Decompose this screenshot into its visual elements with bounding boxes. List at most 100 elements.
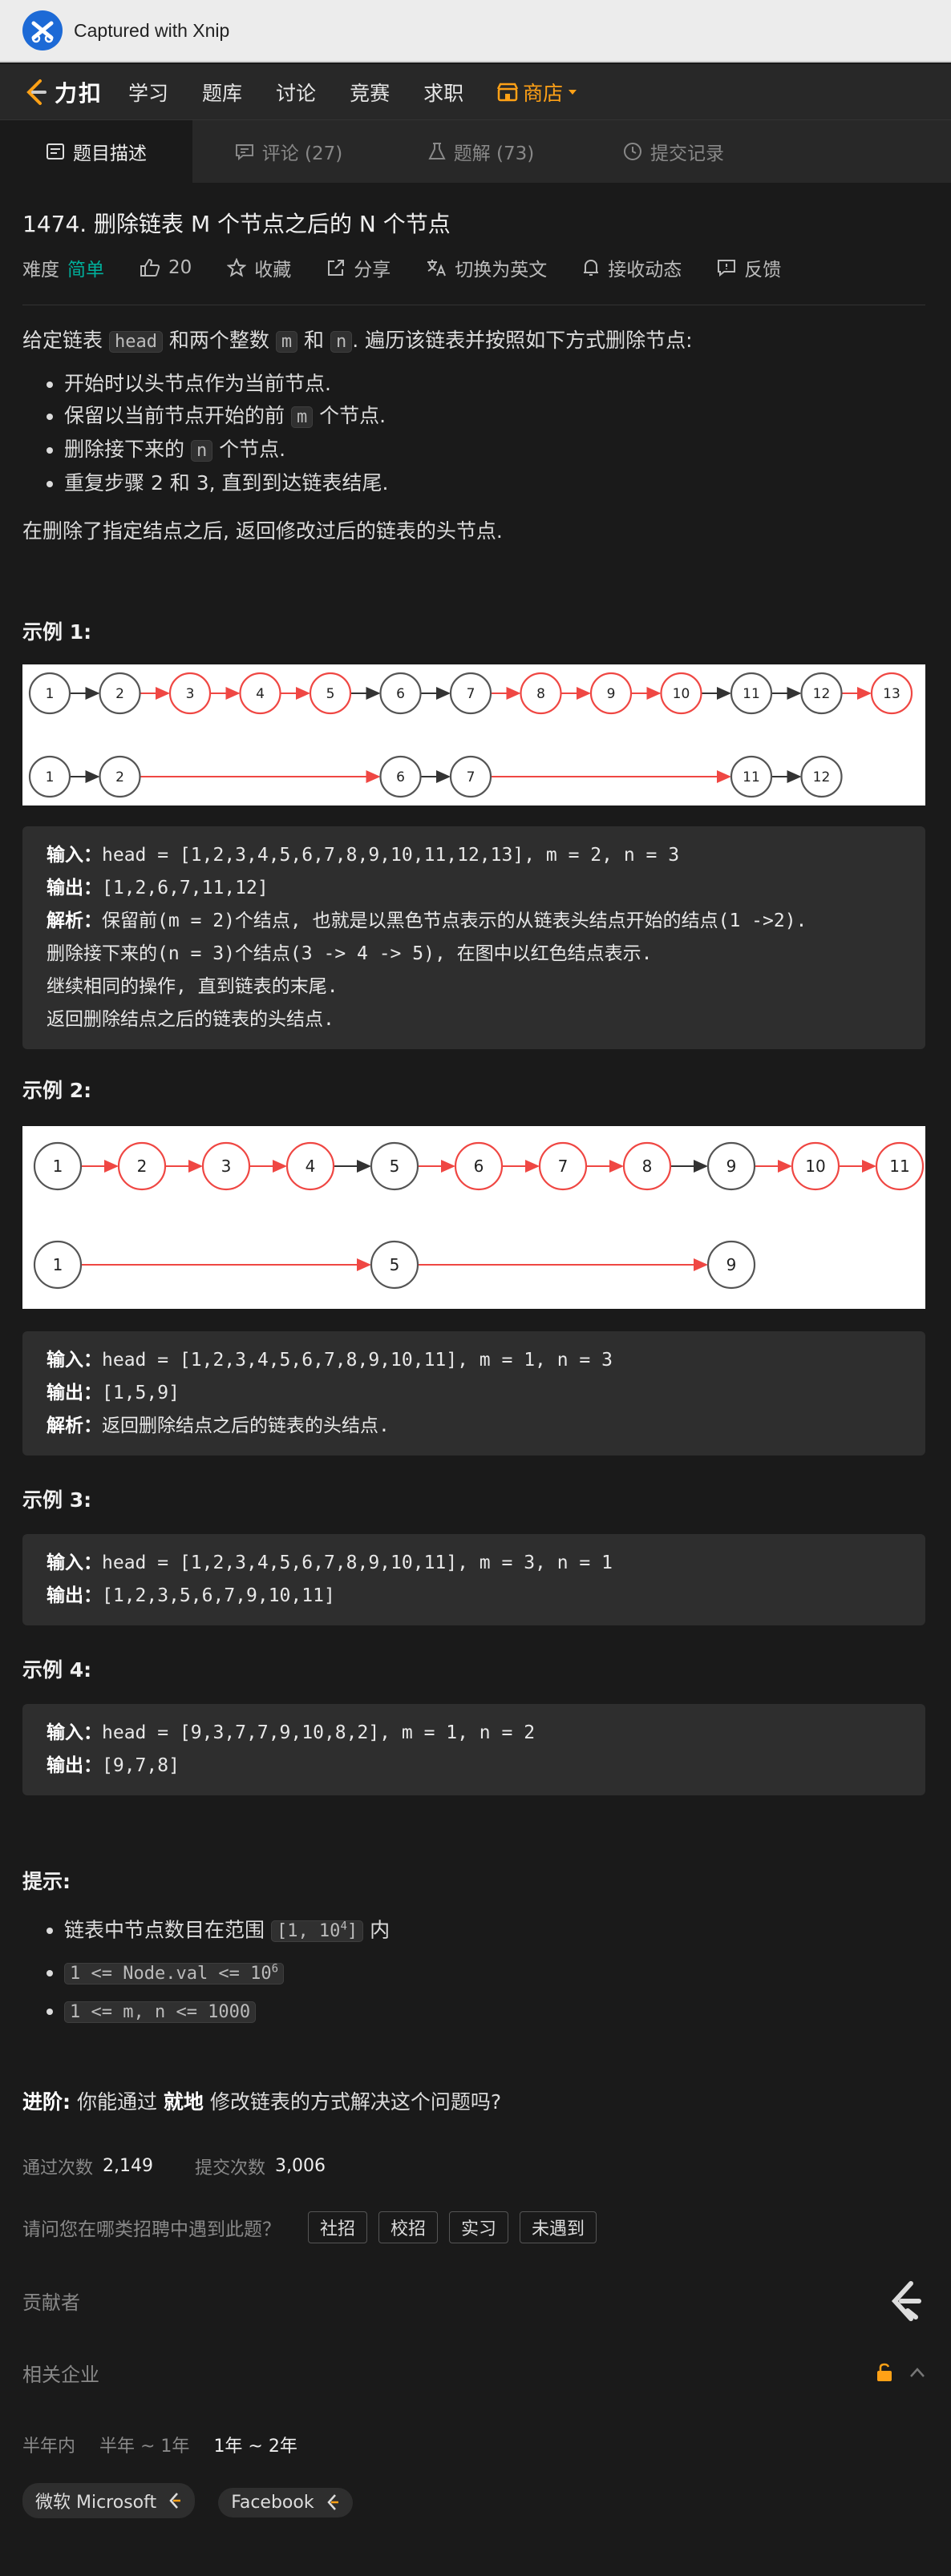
- node-label: 2: [115, 769, 124, 785]
- translate-icon: [427, 260, 447, 277]
- node-label: 8: [536, 686, 545, 702]
- nav-item-jobs[interactable]: 求职: [423, 78, 463, 107]
- node-label: 2: [137, 1157, 148, 1176]
- hint-code: 1 <= Node.val <= 106: [64, 1962, 285, 1984]
- node-label: 7: [467, 769, 476, 785]
- collect-label: 收藏: [254, 260, 292, 281]
- input-label: 输入：: [47, 1722, 102, 1743]
- hint-text: 链表中节点数目在范围: [64, 1918, 271, 1942]
- chevron-up-icon[interactable]: [909, 2367, 925, 2378]
- output-label: 输出：: [47, 1585, 102, 1606]
- intro-text-c: . 遍历该链表并按照如下方式删除节点:: [352, 329, 693, 352]
- range-one-year[interactable]: 半年 ~ 1年: [99, 2432, 189, 2457]
- node-label: 8: [642, 1157, 653, 1176]
- tab-solutions[interactable]: 题解 (73): [385, 120, 577, 183]
- node-label: 4: [256, 686, 265, 702]
- xnip-bar: Captured with Xnip: [0, 0, 951, 63]
- nav-item-learn[interactable]: 学习: [128, 78, 168, 107]
- step-text: 删除接下来的: [64, 438, 191, 461]
- intro-text-a: 给定链表: [22, 329, 109, 352]
- company-list: 微软 Microsoft Facebook: [22, 2482, 925, 2518]
- problem-tabs: 题目描述 评论 (27) 题解 (73) 提交记录: [0, 120, 951, 183]
- n-code: n: [330, 331, 353, 353]
- list-item: 重复步骤 2 和 3, 直到到达链表结尾.: [64, 467, 925, 499]
- node-label: 12: [813, 769, 831, 785]
- collect-button[interactable]: 收藏: [227, 254, 291, 281]
- recruit-option-intern[interactable]: 实习: [449, 2211, 509, 2243]
- tab-solutions-label: 题解 (73): [453, 143, 535, 164]
- nav-item-store[interactable]: 商店: [497, 78, 577, 107]
- hint-code-text: 1 <= Node.val <= 10: [70, 1963, 272, 1984]
- submitted-label: 提交次数: [195, 2158, 266, 2178]
- intro-text-and: 和: [297, 329, 330, 352]
- recruit-survey: 请问您在哪类招聘中遇到此题？ 社招 校招 实习 未遇到: [22, 2211, 925, 2243]
- output-value: [1,2,6,7,11,12]: [102, 878, 269, 898]
- node-label: 3: [221, 1157, 232, 1176]
- company-tag-microsoft[interactable]: 微软 Microsoft: [22, 2482, 196, 2518]
- example1-io-block: 输入：head = [1,2,3,4,5,6,7,8,9,10,11,12,13…: [22, 826, 925, 1049]
- tab-description[interactable]: 题目描述: [0, 120, 192, 183]
- input-value: head = [9,3,7,7,9,10,8,2], m = 1, n = 2: [102, 1722, 536, 1743]
- feedback-button[interactable]: 反馈: [717, 254, 781, 281]
- advanced-text: 修改链表的方式解决这个问题吗?: [203, 2089, 502, 2114]
- node-label: 10: [805, 1157, 825, 1176]
- share-button[interactable]: 分享: [326, 254, 391, 281]
- brand-logo[interactable]: 力扣: [22, 76, 103, 108]
- companies-section[interactable]: 相关企业: [22, 2359, 925, 2387]
- companies-controls: [876, 2363, 925, 2382]
- advanced-bold: 就地: [163, 2089, 204, 2114]
- input-value: head = [1,2,3,4,5,6,7,8,9,10,11], m = 1,…: [102, 1350, 613, 1371]
- list-item: 开始时以头节点作为当前节点.: [64, 368, 925, 400]
- notify-button[interactable]: 接收动态: [582, 254, 682, 281]
- node-label: 12: [813, 686, 831, 702]
- share-label: 分享: [354, 260, 391, 281]
- recruit-option-social[interactable]: 社招: [308, 2211, 368, 2243]
- advanced-label: 进阶:: [22, 2089, 71, 2114]
- output-value: [1,2,3,5,6,7,9,10,11]: [102, 1585, 335, 1606]
- accepted-label: 通过次数: [22, 2158, 94, 2178]
- contributor-avatar-icon[interactable]: [884, 2279, 925, 2324]
- bell-icon: [584, 259, 599, 276]
- xnip-logo-icon: [22, 10, 63, 50]
- company-tag-facebook[interactable]: Facebook: [218, 2487, 353, 2517]
- submission-stats: 通过次数 2,149 提交次数 3,006: [22, 2154, 925, 2179]
- node-label: 5: [326, 686, 335, 702]
- step-text: 开始时以头节点作为当前节点.: [64, 372, 331, 395]
- like-button[interactable]: 20: [140, 257, 192, 278]
- feedback-label: 反馈: [744, 260, 782, 281]
- document-icon: [47, 143, 64, 159]
- step-text: 个节点.: [313, 404, 386, 427]
- node-label: 11: [743, 769, 760, 785]
- step-text: 保留以当前节点开始的前: [64, 404, 291, 427]
- nav-item-problems[interactable]: 题库: [202, 78, 242, 107]
- difficulty-badge: 简单: [67, 260, 104, 281]
- recruit-option-campus[interactable]: 校招: [378, 2211, 439, 2243]
- output-label: 输出：: [47, 1755, 102, 1776]
- node-label: 1: [53, 1157, 63, 1176]
- like-count: 20: [168, 257, 192, 278]
- m-code: m: [275, 331, 298, 353]
- hint-code: [1, 104]: [270, 1920, 364, 1943]
- tab-submissions[interactable]: 提交记录: [577, 120, 770, 183]
- hints-title: 提示:: [22, 1870, 71, 1893]
- range-two-years[interactable]: 1年 ~ 2年: [213, 2432, 297, 2457]
- node-label: 6: [396, 686, 405, 702]
- recruit-option-none[interactable]: 未遇到: [520, 2211, 597, 2243]
- explain-text: 保留前(m = 2)个结点, 也就是以黑色节点表示的从链表头结点开始的结点(1 …: [102, 910, 807, 931]
- tab-comments[interactable]: 评论 (27): [192, 120, 385, 183]
- example1-diagram: 1 2 3 4 5 6 7 8 9 10 11 12 13 1 2 6 7 11 12: [22, 664, 925, 806]
- leetcode-logo-icon: [26, 79, 47, 105]
- store-icon: [497, 83, 519, 101]
- node-label: 11: [743, 686, 760, 702]
- unlock-icon: [877, 2363, 892, 2382]
- nav-item-contest[interactable]: 竞赛: [350, 78, 390, 107]
- nav-item-discuss[interactable]: 讨论: [276, 78, 316, 107]
- example-title: 示例 2:: [22, 1079, 92, 1102]
- range-half-year[interactable]: 半年内: [22, 2432, 75, 2457]
- list-item: 保留以当前节点开始的前 m 个节点.: [64, 400, 925, 434]
- node-label: 9: [726, 1157, 737, 1176]
- input-label: 输入：: [47, 1552, 102, 1573]
- explain-text: 返回删除结点之后的链表的头结点.: [47, 1009, 334, 1030]
- node-label: 6: [474, 1157, 484, 1176]
- switch-english-button[interactable]: 切换为英文: [426, 254, 547, 281]
